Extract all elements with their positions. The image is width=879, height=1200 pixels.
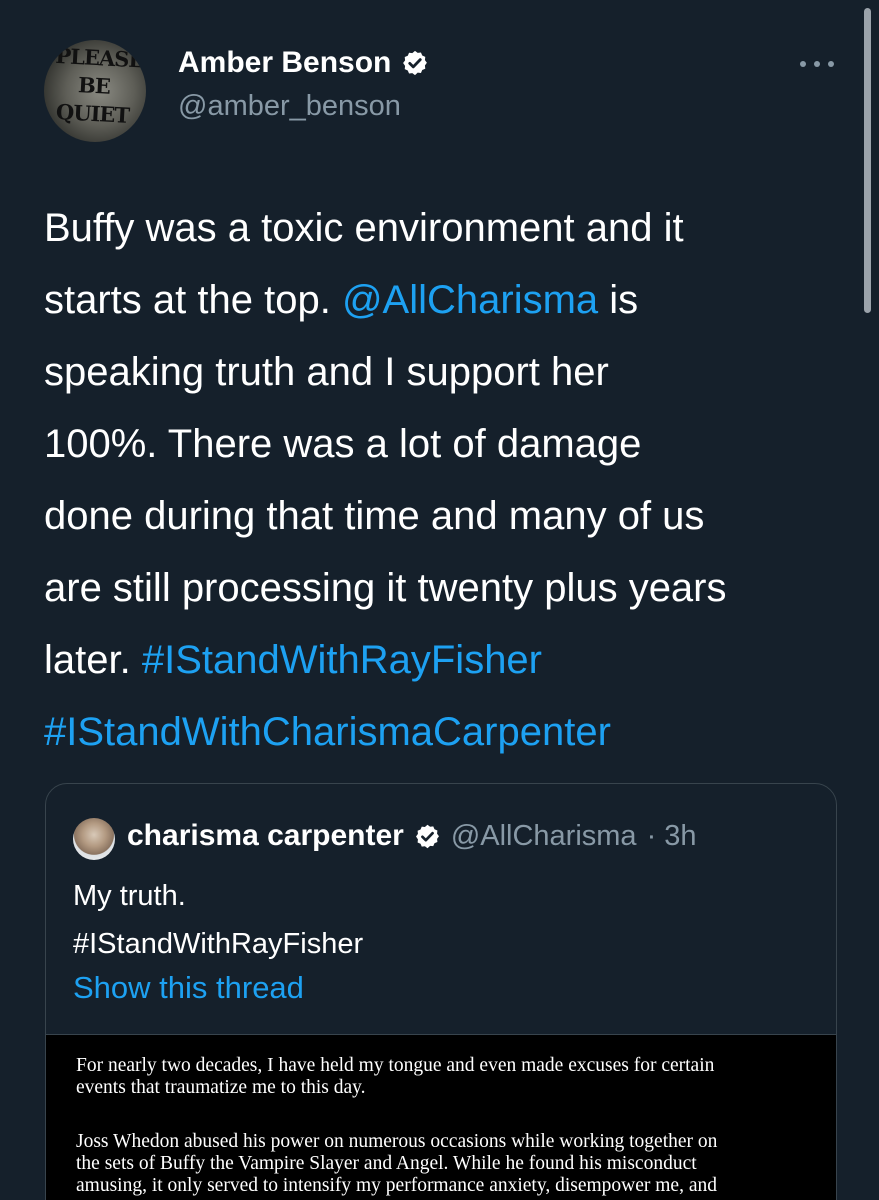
statement-paragraph: Joss Whedon abused his power on numerous… [76,1131,718,1196]
quoted-text-line: #IStandWithRayFisher [73,928,364,960]
tweet-text-line: speaking truth and I support her [44,350,609,394]
author-display-name[interactable]: Amber Benson [178,46,391,80]
quoted-author-avatar[interactable] [73,818,115,860]
tweet-text-line: starts at the top. @AllCharisma is [44,278,639,322]
tweet-text-line: #IStandWithCharismaCarpenter [44,696,844,768]
author-handle[interactable]: @amber_benson [178,90,401,123]
more-options-icon[interactable] [800,54,834,74]
tweet-text: Buffy was a toxic environment and it sta… [44,192,844,768]
author-avatar[interactable]: PLEASE BE QUIET [44,40,146,142]
show-thread-link[interactable]: Show this thread [73,970,304,1006]
hashtag-link[interactable]: #IStandWithRayFisher [142,638,542,682]
quoted-author-handle[interactable]: @AllCharisma [451,820,637,853]
verified-badge-icon [414,823,441,850]
hashtag-link[interactable]: #IStandWithCharismaCarpenter [44,710,611,754]
tweet-text-line: Buffy was a toxic environment and it [44,206,684,250]
quoted-tweet-header: charisma carpenter @AllCharisma · 3h [127,814,697,858]
avatar-sign: PLEASE BE QUIET [54,42,145,128]
tweet-detail-page: PLEASE BE QUIET Amber Benson @amber_bens… [0,0,879,1200]
statement-paragraph: For nearly two decades, I have held my t… [76,1055,715,1098]
quoted-tweet-card[interactable]: charisma carpenter @AllCharisma · 3h My … [45,783,837,1200]
scrollbar-thumb[interactable] [864,8,871,313]
quoted-tweet-time: · 3h [646,819,697,852]
quoted-text-line: My truth. [73,880,186,912]
mention-link[interactable]: @AllCharisma [342,278,598,322]
tweet-text-line: done during that time and many of us [44,494,705,538]
verified-badge-icon [401,49,429,77]
quoted-author-name[interactable]: charisma carpenter [127,819,404,853]
tweet-text-line: 100%. There was a lot of damage [44,422,642,466]
quoted-tweet-text: My truth. #IStandWithRayFisher [73,872,363,968]
tweet-text-line: are still processing it twenty plus year… [44,566,727,610]
author-name-row[interactable]: Amber Benson [178,46,429,80]
statement-image[interactable]: For nearly two decades, I have held my t… [46,1034,836,1200]
tweet-text-line: later. #IStandWithRayFisher [44,638,542,682]
